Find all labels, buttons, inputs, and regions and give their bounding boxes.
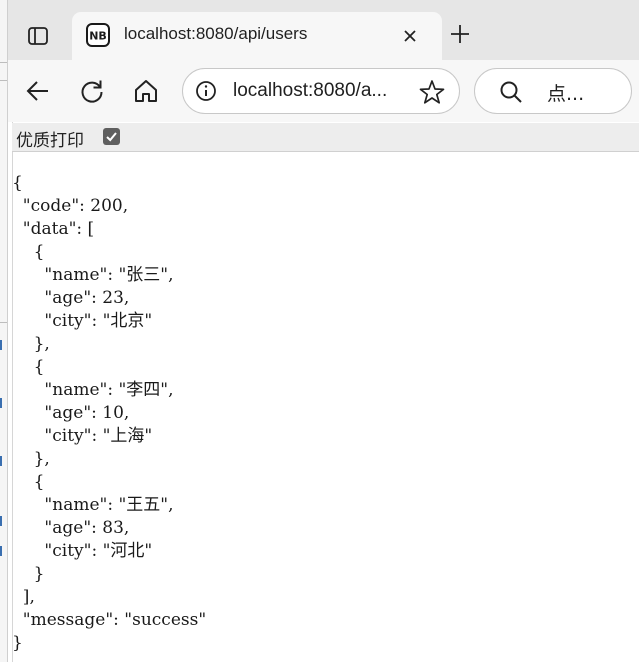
info-icon[interactable] [195, 80, 217, 102]
star-icon[interactable] [419, 79, 445, 105]
tab-strip: NB localhost:8080/api/users [8, 0, 639, 60]
close-icon[interactable] [398, 24, 422, 48]
search-placeholder: 点... [547, 83, 585, 105]
sidebar-toggle-icon[interactable] [24, 22, 52, 50]
url-text[interactable]: localhost:8080/a... [233, 80, 387, 102]
back-button[interactable] [22, 75, 54, 107]
plus-icon [451, 25, 469, 43]
checkmark-icon [106, 132, 117, 142]
background-fragment [0, 546, 8, 556]
background-fragment [0, 516, 8, 526]
page-content: 优质打印 { "code": 200, "data": [ { "name": … [8, 122, 639, 662]
new-tab-button[interactable] [446, 20, 474, 48]
search-box[interactable]: 点... [474, 68, 632, 114]
navigation-toolbar: localhost:8080/a... 点... [8, 60, 639, 122]
background-fragment [0, 398, 8, 408]
search-icon [499, 80, 523, 104]
tab-active[interactable]: NB localhost:8080/api/users [72, 12, 442, 60]
browser-window: NB localhost:8080/api/users localhost:80… [8, 0, 639, 662]
back-arrow-icon [26, 81, 48, 101]
refresh-icon [81, 80, 103, 103]
pretty-print-label: 优质打印 [16, 131, 84, 151]
pretty-print-bar: 优质打印 [12, 123, 639, 152]
site-favicon-icon: NB [86, 23, 110, 47]
home-button[interactable] [130, 75, 162, 107]
refresh-button[interactable] [76, 75, 108, 107]
address-bar[interactable]: localhost:8080/a... [182, 68, 460, 114]
pretty-print-checkbox[interactable] [103, 128, 120, 145]
background-fragment [0, 340, 8, 350]
tab-title: localhost:8080/api/users [124, 24, 308, 43]
favicon-text: NB [89, 30, 107, 43]
background-fragment [0, 456, 8, 466]
home-icon [135, 80, 157, 102]
json-response-body: { "code": 200, "data": [ { "name": "张三",… [12, 173, 207, 653]
